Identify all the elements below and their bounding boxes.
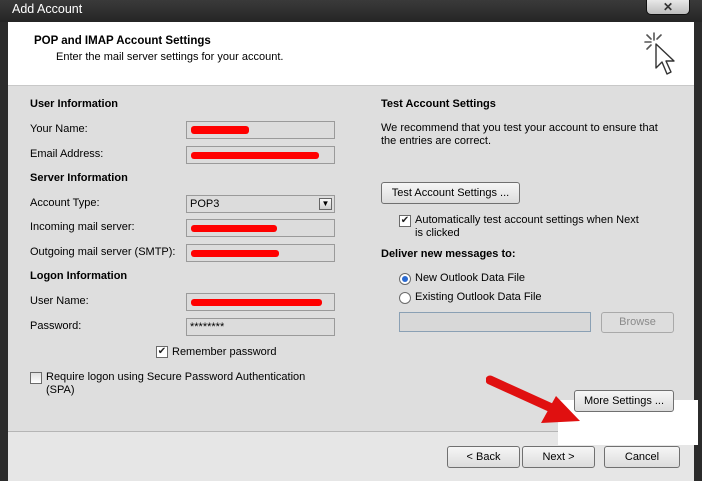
user-info-heading: User Information — [30, 98, 119, 110]
email-field[interactable] — [186, 146, 335, 164]
user-name-field[interactable] — [186, 293, 335, 311]
redaction-mark — [191, 299, 322, 306]
chevron-down-icon: ▼ — [319, 198, 332, 210]
your-name-field[interactable] — [186, 121, 335, 139]
close-button[interactable]: ✕ — [646, 0, 690, 15]
test-desc-line1: We recommend that you test your account … — [381, 122, 658, 134]
outgoing-server-label: Outgoing mail server (SMTP): — [30, 246, 176, 258]
your-name-label: Your Name: — [30, 123, 88, 135]
auto-test-label-line2: is clicked — [415, 227, 460, 239]
close-icon: ✕ — [662, 0, 674, 14]
incoming-server-label: Incoming mail server: — [30, 221, 135, 233]
user-name-label: User Name: — [30, 295, 89, 307]
dialog-header: POP and IMAP Account Settings Enter the … — [8, 22, 694, 86]
data-file-path-field[interactable] — [399, 312, 591, 332]
spa-label-line1: Require logon using Secure Password Auth… — [46, 371, 306, 383]
existing-data-file-radio[interactable] — [399, 292, 411, 304]
incoming-server-field[interactable] — [186, 219, 335, 237]
browse-button[interactable]: Browse — [601, 312, 674, 333]
new-data-file-label: New Outlook Data File — [415, 272, 526, 284]
spa-checkbox[interactable] — [30, 372, 42, 384]
test-settings-heading: Test Account Settings — [381, 98, 496, 110]
password-value: ******** — [190, 321, 225, 333]
more-settings-button[interactable]: More Settings ... — [574, 390, 674, 412]
remember-password-checkbox[interactable]: ✔ — [156, 346, 168, 358]
next-button[interactable]: Next > — [522, 446, 595, 468]
existing-data-file-label: Existing Outlook Data File — [415, 291, 542, 303]
annotation-arrow-icon — [486, 375, 580, 423]
auto-test-label-line1: Automatically test account settings when… — [415, 214, 639, 226]
redaction-mark — [191, 152, 319, 159]
window-frame — [0, 22, 8, 481]
password-label: Password: — [30, 320, 82, 332]
test-desc-line2: the entries are correct. — [381, 135, 492, 147]
outgoing-server-field[interactable] — [186, 244, 335, 262]
auto-test-checkbox[interactable]: ✔ — [399, 215, 411, 227]
server-info-heading: Server Information — [30, 172, 128, 184]
redaction-mark — [191, 250, 279, 257]
password-field[interactable]: ******** — [186, 318, 335, 336]
spa-label-line2: (SPA) — [46, 384, 75, 396]
account-type-value: POP3 — [190, 198, 220, 210]
logon-info-heading: Logon Information — [30, 270, 128, 282]
header-subtitle: Enter the mail server settings for your … — [56, 51, 284, 63]
remember-password-label: Remember password — [172, 346, 277, 358]
settings-body: User Information Your Name: Email Addres… — [8, 86, 694, 431]
cancel-button[interactable]: Cancel — [604, 446, 680, 468]
account-type-label: Account Type: — [30, 197, 100, 209]
test-account-settings-button[interactable]: Test Account Settings ... — [381, 182, 520, 204]
redaction-mark — [191, 126, 249, 134]
redaction-mark — [191, 225, 277, 232]
title-bar: Add Account ✕ — [0, 0, 702, 22]
back-button[interactable]: < Back — [447, 446, 520, 468]
window-title: Add Account — [12, 2, 83, 16]
account-type-select[interactable]: POP3 ▼ — [186, 195, 335, 213]
deliver-heading: Deliver new messages to: — [381, 248, 516, 260]
cursor-sparkle-icon — [644, 32, 675, 75]
email-label: Email Address: — [30, 148, 104, 160]
dialog-client: POP and IMAP Account Settings Enter the … — [8, 22, 698, 481]
new-data-file-radio[interactable] — [399, 273, 411, 285]
header-title: POP and IMAP Account Settings — [34, 35, 211, 47]
